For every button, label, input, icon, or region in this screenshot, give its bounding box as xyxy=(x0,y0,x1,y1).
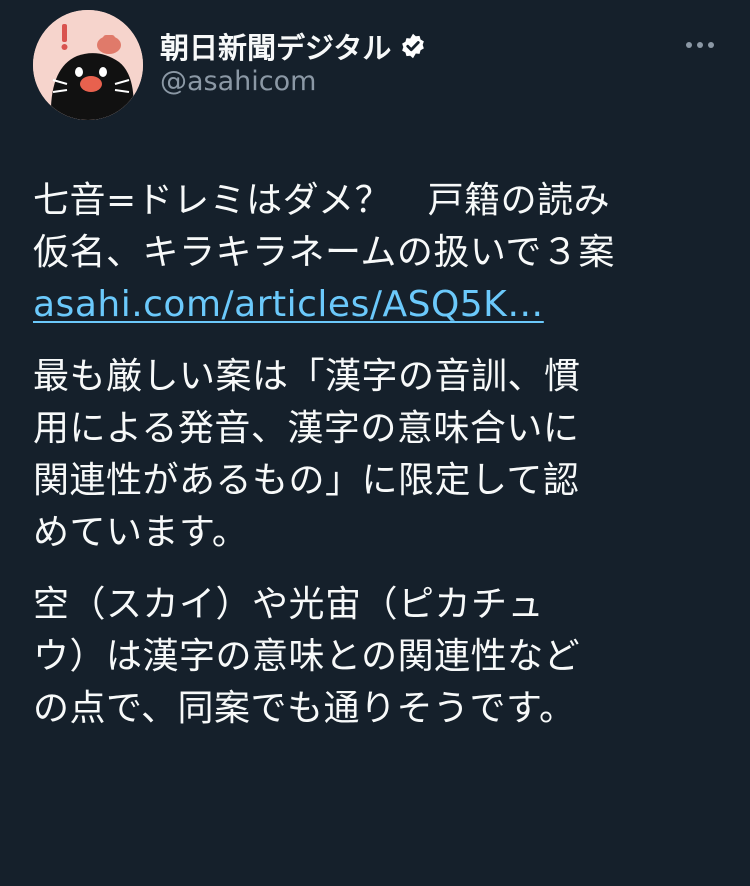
avatar[interactable] xyxy=(33,10,143,120)
verified-badge-icon xyxy=(399,32,427,60)
more-dot xyxy=(697,42,703,48)
more-options-button[interactable] xyxy=(678,30,722,60)
tweet-line: 仮名、キラキラネームの扱いで３案 xyxy=(33,232,615,273)
display-name[interactable]: 朝日新聞デジタル xyxy=(160,25,391,67)
article-link[interactable]: asahi.com/articles/ASQ5K… xyxy=(33,279,544,331)
account-handle[interactable]: @asahicom xyxy=(160,66,316,97)
tweet-header: 朝日新聞デジタル @asahicom xyxy=(0,0,750,130)
tweet-paragraph-1: 七音=ドレミはダメ？ 戸籍の読み 仮名、キラキラネームの扱いで３案 asahi.… xyxy=(33,175,723,331)
mascot-avatar-icon xyxy=(33,10,143,120)
tweet-line: ウ）は漢字の意味との関連性など xyxy=(33,636,581,677)
tweet-line: 関連性があるもの」に限定して認 xyxy=(33,460,580,501)
tweet-line: めています。 xyxy=(33,512,249,553)
more-dot xyxy=(708,42,714,48)
tweet-line: 最も厳しい案は「漢字の音訓、慣 xyxy=(33,356,581,397)
tweet-line: 七音=ドレミはダメ？ 戸籍の読み xyxy=(33,180,611,221)
tweet-line: asahi.com/articles/ASQ5K… xyxy=(33,279,723,331)
tweet-line: 用による発音、漢字の意味合いに xyxy=(33,408,580,449)
tweet-paragraph-3: 空（スカイ）や光宙（ピカチュ ウ）は漢字の意味との関連性など の点で、同案でも通… xyxy=(33,579,723,735)
more-horizontal-icon xyxy=(686,42,692,48)
tweet-paragraph-2: 最も厳しい案は「漢字の音訓、慣 用による発音、漢字の意味合いに 関連性があるもの… xyxy=(33,351,723,559)
tweet-text: 七音=ドレミはダメ？ 戸籍の読み 仮名、キラキラネームの扱いで３案 asahi.… xyxy=(33,175,723,735)
name-row: 朝日新聞デジタル xyxy=(160,26,427,66)
tweet-line: の点で、同案でも通りそうです。 xyxy=(33,688,576,729)
tweet-line: 空（スカイ）や光宙（ピカチュ xyxy=(33,584,545,625)
